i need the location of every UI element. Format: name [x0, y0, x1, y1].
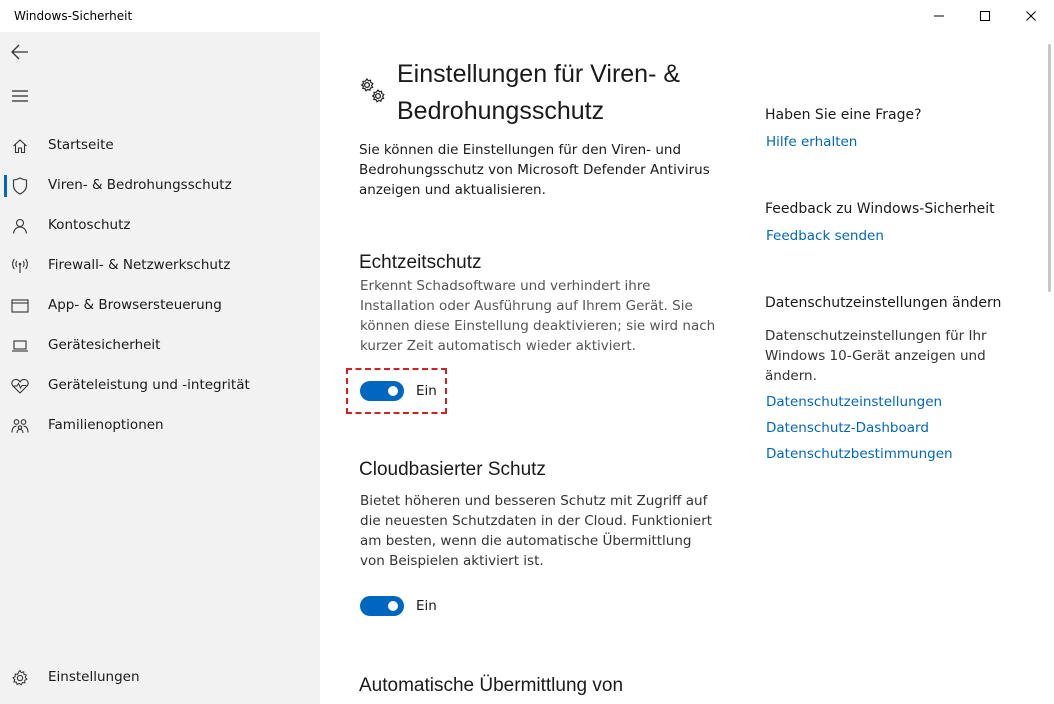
section-heading-cloud: Cloudbasierter Schutz [359, 459, 546, 480]
sidebar: Startseite Viren- & Bedrohungsschutz Kon… [0, 32, 320, 704]
sidebar-item-firewall[interactable]: Firewall- & Netzwerkschutz [0, 245, 320, 285]
close-icon [1026, 11, 1036, 21]
sidebar-item-label: Viren- & Bedrohungsschutz [48, 177, 232, 193]
back-arrow-icon [11, 44, 28, 60]
sidebar-item-familienoptionen[interactable]: Familienoptionen [0, 405, 320, 445]
cloud-toggle-label: Ein [416, 598, 437, 614]
sidebar-item-kontoschutz[interactable]: Kontoschutz [0, 205, 320, 245]
person-icon [11, 217, 29, 235]
laptop-icon [11, 337, 29, 355]
sidebar-item-einstellungen[interactable]: Einstellungen [0, 657, 320, 697]
app-window-icon [11, 297, 29, 315]
settings-label: Einstellungen [48, 669, 140, 685]
sidebar-item-startseite[interactable]: Startseite [0, 125, 320, 165]
cloud-protection-toggle[interactable] [360, 596, 404, 616]
minimize-icon [934, 15, 944, 17]
heart-icon [11, 377, 29, 395]
section-heading-auto-submission: Automatische Übermittlung von [359, 675, 624, 696]
sidebar-item-geraetesicherheit[interactable]: Gerätesicherheit [0, 325, 320, 365]
main-content: Einstellungen für Viren- & Bedrohungssch… [320, 32, 1054, 704]
active-indicator [4, 175, 7, 197]
question-heading: Haben Sie eine Frage? [765, 107, 922, 123]
sidebar-item-label: Firewall- & Netzwerkschutz [48, 257, 231, 273]
privacy-text: Datenschutzeinstellungen für Ihr Windows… [765, 328, 987, 384]
page-title: Einstellungen für Viren- & Bedrohungssch… [397, 60, 681, 125]
window-title: Windows-Sicherheit [14, 9, 133, 23]
sidebar-item-app-browser[interactable]: App- & Browsersteuerung [0, 285, 320, 325]
section-text-cloud: Bietet höheren und besseren Schutz mit Z… [360, 493, 713, 569]
family-icon [11, 417, 29, 435]
sidebar-item-label: Startseite [48, 137, 114, 153]
privacy-statement-link[interactable]: Datenschutzbestimmungen [766, 446, 953, 462]
section-text-echtzeitschutz: Erkennt Schadsoftware und verhindert ihr… [360, 278, 716, 354]
title-bar: Windows-Sicherheit [0, 0, 1054, 32]
maximize-icon [980, 11, 990, 21]
gear-icon [11, 669, 29, 687]
close-button[interactable] [1008, 0, 1054, 32]
settings-gears-icon [360, 78, 385, 103]
sidebar-item-label: Kontoschutz [48, 217, 131, 233]
privacy-heading: Datenschutzeinstellungen ändern [765, 295, 1002, 311]
antenna-icon [11, 257, 29, 275]
back-button[interactable] [0, 32, 40, 72]
toggle-knob [388, 601, 398, 611]
privacy-settings-link[interactable]: Datenschutzeinstellungen [766, 394, 942, 410]
minimize-button[interactable] [916, 0, 962, 32]
feedback-heading: Feedback zu Windows-Sicherheit [765, 201, 995, 217]
menu-button[interactable] [0, 76, 40, 116]
sidebar-item-label: Geräteleistung und -integrität [48, 377, 250, 393]
toggle-knob [388, 386, 398, 396]
realtime-toggle-label: Ein [416, 383, 437, 399]
privacy-dashboard-link[interactable]: Datenschutz-Dashboard [766, 420, 929, 436]
intro-text: Sie können die Einstellungen für den Vir… [359, 142, 710, 198]
sidebar-item-label: Familienoptionen [48, 417, 164, 433]
sidebar-item-label: App- & Browsersteuerung [48, 297, 222, 313]
sidebar-item-viren-bedrohungsschutz[interactable]: Viren- & Bedrohungsschutz [0, 165, 320, 205]
hamburger-icon [12, 90, 28, 102]
section-heading-echtzeitschutz: Echtzeitschutz [359, 252, 482, 273]
sidebar-item-label: Gerätesicherheit [48, 337, 161, 353]
feedback-link[interactable]: Feedback senden [766, 228, 884, 244]
sidebar-item-geraeteleistung[interactable]: Geräteleistung und -integrität [0, 365, 320, 405]
realtime-protection-toggle[interactable] [360, 381, 404, 401]
help-link[interactable]: Hilfe erhalten [766, 134, 857, 150]
home-icon [11, 137, 29, 155]
scrollbar[interactable] [1048, 44, 1051, 292]
shield-icon [11, 177, 29, 195]
maximize-button[interactable] [962, 0, 1008, 32]
